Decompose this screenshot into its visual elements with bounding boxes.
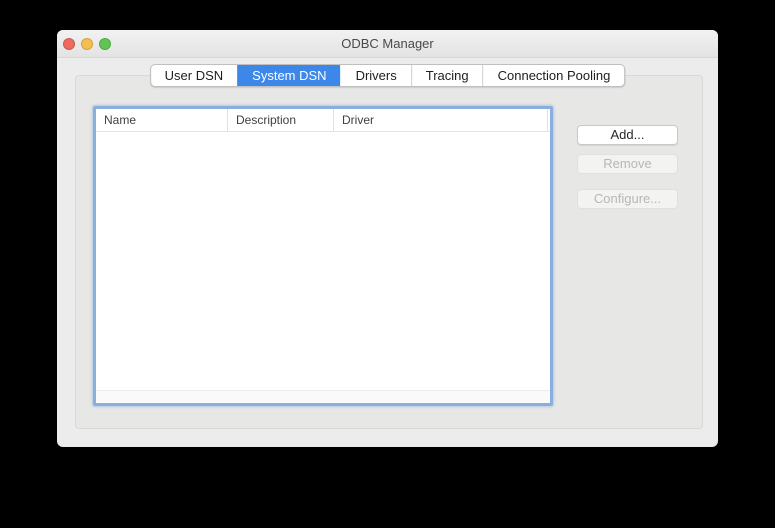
traffic-lights — [63, 38, 111, 50]
column-header-name[interactable]: Name — [96, 109, 228, 131]
title-bar[interactable]: ODBC Manager — [57, 30, 718, 58]
tab-system-dsn[interactable]: System DSN — [237, 65, 340, 86]
remove-button[interactable]: Remove — [577, 154, 678, 174]
column-header-driver[interactable]: Driver — [334, 109, 548, 131]
minimize-icon[interactable] — [81, 38, 93, 50]
dsn-tab-bar: User DSN System DSN Drivers Tracing Conn… — [150, 64, 626, 87]
horizontal-scrollbar-track[interactable] — [96, 390, 550, 403]
odbc-manager-window: ODBC Manager User DSN System DSN Drivers… — [57, 30, 718, 447]
column-header-description[interactable]: Description — [228, 109, 334, 131]
dsn-table[interactable]: Name Description Driver — [93, 106, 553, 406]
tab-user-dsn[interactable]: User DSN — [151, 65, 238, 86]
configure-button[interactable]: Configure... — [577, 189, 678, 209]
add-button[interactable]: Add... — [577, 125, 678, 145]
zoom-icon[interactable] — [99, 38, 111, 50]
tab-tracing[interactable]: Tracing — [411, 65, 483, 86]
close-icon[interactable] — [63, 38, 75, 50]
tab-connection-pooling[interactable]: Connection Pooling — [483, 65, 625, 86]
window-title: ODBC Manager — [341, 36, 433, 51]
dsn-table-header: Name Description Driver — [96, 109, 550, 132]
tab-drivers[interactable]: Drivers — [341, 65, 411, 86]
column-header-filler — [548, 109, 550, 131]
dsn-table-body[interactable] — [96, 132, 550, 390]
